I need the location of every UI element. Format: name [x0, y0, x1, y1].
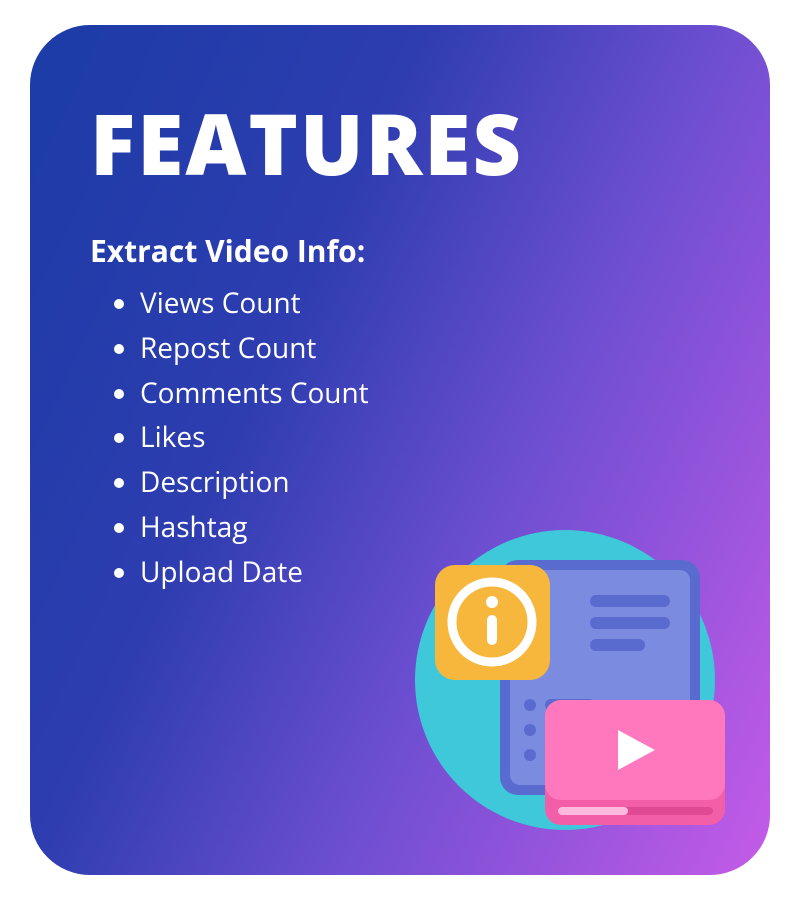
- features-card: FEATURES Extract Video Info: Views Count…: [30, 25, 770, 875]
- card-subtitle: Extract Video Info:: [90, 230, 710, 271]
- list-item: Likes: [140, 415, 710, 460]
- video-info-illustration-icon: [390, 505, 730, 845]
- list-item: Comments Count: [140, 371, 710, 416]
- list-item: Views Count: [140, 281, 710, 326]
- list-item: Repost Count: [140, 326, 710, 371]
- card-title: FEATURES: [90, 85, 710, 200]
- list-item: Description: [140, 460, 710, 505]
